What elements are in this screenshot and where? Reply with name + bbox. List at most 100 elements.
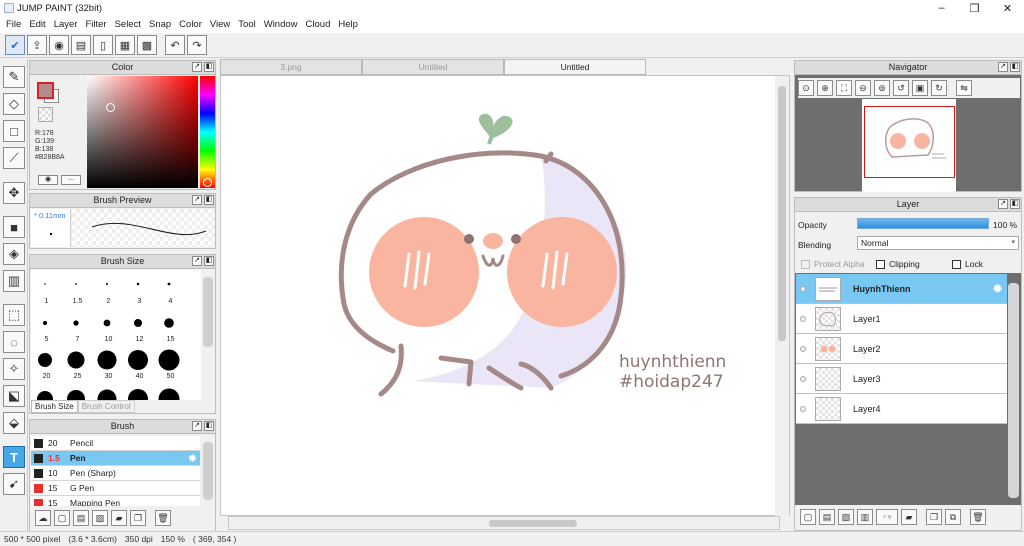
layer-settings-icon[interactable]: ▧	[838, 509, 854, 525]
lock-option[interactable]: Lock	[952, 259, 983, 269]
foreground-color-swatch[interactable]	[37, 82, 54, 99]
menu-layer[interactable]: Layer	[50, 19, 82, 30]
select-eraser-tool-icon[interactable]: ⬙	[3, 412, 25, 434]
lasso-tool-icon[interactable]: ◌	[3, 331, 25, 353]
share-icon[interactable]: ⇪	[27, 35, 47, 55]
menu-snap[interactable]: Snap	[145, 19, 175, 30]
comment-icon[interactable]: ◉	[49, 35, 69, 55]
zoom-in-icon[interactable]: ⊕	[817, 80, 833, 96]
layer-effects-icon[interactable]: ▥	[857, 509, 873, 525]
rect-tool-icon[interactable]: □	[3, 120, 25, 142]
message-icon[interactable]: ▤	[71, 35, 91, 55]
menu-file[interactable]: File	[2, 19, 25, 30]
gradient-tool-icon[interactable]: ▥	[3, 270, 25, 292]
cloud-sync-icon[interactable]: ✔	[5, 35, 25, 55]
panel-pin-icon[interactable]: ◧	[1010, 199, 1020, 209]
fit-window-icon[interactable]: ⛶	[836, 80, 852, 96]
color-more-button[interactable]: ...	[61, 175, 81, 185]
brush-item-pen-sharp[interactable]: 10 Pen (Sharp)	[31, 466, 200, 481]
trash-icon[interactable]: 🗑	[155, 510, 171, 526]
zoom-out-icon[interactable]: ⊖	[855, 80, 871, 96]
gear-icon[interactable]: ✹	[188, 452, 197, 465]
visibility-icon[interactable]	[800, 315, 806, 322]
transparent-color-swatch[interactable]	[38, 107, 53, 122]
menu-tool[interactable]: Tool	[234, 19, 259, 30]
tab-untitled-2[interactable]: Untitled	[504, 59, 646, 75]
protect-alpha-option[interactable]: Protect Alpha	[801, 259, 865, 269]
menu-filter[interactable]: Filter	[81, 19, 110, 30]
visibility-icon[interactable]	[800, 345, 806, 352]
clipping-option[interactable]: Clipping	[876, 259, 920, 269]
duplicate-icon[interactable]: ❐	[130, 510, 146, 526]
layer-item-layer1[interactable]: Layer1	[796, 304, 1007, 334]
tab-3-png[interactable]: 3.png	[220, 59, 362, 75]
color-picker-button[interactable]: ◉	[38, 175, 58, 185]
layer-list-scrollbar[interactable]	[1008, 283, 1019, 498]
lock-checkbox[interactable]	[952, 259, 961, 269]
select-rect-tool-icon[interactable]: ⬚	[3, 304, 25, 326]
flip-icon[interactable]: ⇋	[956, 80, 972, 96]
brush-item-pen[interactable]: 1.5 Pen ✹	[31, 451, 200, 466]
brush-size-scrollbar[interactable]	[203, 277, 213, 347]
magic-wand-tool-icon[interactable]: ✧	[3, 358, 25, 380]
line-tool-icon[interactable]: ⟋	[3, 147, 25, 169]
protect-alpha-checkbox[interactable]	[801, 259, 810, 269]
opacity-slider[interactable]	[857, 218, 989, 229]
bucket-tool-icon[interactable]: ◈	[3, 243, 25, 265]
panel-popout-icon[interactable]: ↗	[192, 62, 202, 72]
brush-settings-icon[interactable]: ▧	[92, 510, 108, 526]
saturation-value-picker[interactable]	[87, 76, 198, 188]
navigator-preview[interactable]	[862, 99, 956, 192]
brush-item-mapping-pen[interactable]: 15 Mapping Pen	[31, 496, 200, 506]
panel-popout-icon[interactable]: ↗	[998, 62, 1008, 72]
maximize-button[interactable]: ❐	[958, 0, 991, 16]
brush-tool-icon[interactable]: ✎	[3, 66, 25, 88]
layer-item-layer2[interactable]: Layer2	[796, 334, 1007, 364]
panel-pin-icon[interactable]: ◧	[1010, 62, 1020, 72]
drawing-canvas[interactable]: huynhthienn #hoidap247	[220, 75, 790, 516]
layer-item-layer4[interactable]: Layer4	[796, 394, 1007, 424]
layer-add-menu-icon[interactable]: +▾	[876, 509, 898, 525]
panel-pin-icon[interactable]: ◧	[204, 62, 214, 72]
menu-help[interactable]: Help	[334, 19, 362, 30]
clipping-checkbox[interactable]	[876, 259, 885, 269]
visibility-icon[interactable]	[800, 375, 806, 382]
reset-view-icon[interactable]: ▣	[912, 80, 928, 96]
tab-brush-size[interactable]: Brush Size	[31, 400, 78, 413]
layer-item-huynhthienn[interactable]: HuynhThienn ✹	[796, 274, 1007, 304]
layer-item-layer3[interactable]: Layer3	[796, 364, 1007, 394]
undo-icon[interactable]: ↶	[165, 35, 185, 55]
duplicate-layer-icon[interactable]: ❐	[926, 509, 942, 525]
tab-untitled-1[interactable]: Untitled	[362, 59, 504, 75]
panel-popout-icon[interactable]: ↗	[192, 256, 202, 266]
rotate-left-icon[interactable]: ↺	[893, 80, 909, 96]
new-brush-icon[interactable]: ▢	[54, 510, 70, 526]
hue-slider[interactable]	[200, 76, 215, 188]
brush-item-g-pen[interactable]: 15 G Pen	[31, 481, 200, 496]
close-button[interactable]: ✕	[991, 0, 1024, 16]
menu-color[interactable]: Color	[175, 19, 206, 30]
navigator-view-rect[interactable]	[864, 106, 955, 178]
gear-icon[interactable]: ✹	[992, 281, 1003, 297]
panel-pin-icon[interactable]: ◧	[204, 421, 214, 431]
layout-icon[interactable]: ▩	[137, 35, 157, 55]
canvas-vertical-scrollbar[interactable]	[775, 76, 789, 516]
eraser-tool-icon[interactable]: ◇	[3, 93, 25, 115]
visibility-icon[interactable]	[800, 285, 806, 292]
picker-cursor[interactable]	[106, 103, 115, 112]
menu-window[interactable]: Window	[260, 19, 302, 30]
folder-icon[interactable]: ▰	[111, 510, 127, 526]
menu-select[interactable]: Select	[111, 19, 145, 30]
trash-icon[interactable]: 🗑	[970, 509, 986, 525]
panel-pin-icon[interactable]: ◧	[204, 256, 214, 266]
menu-edit[interactable]: Edit	[25, 19, 49, 30]
brush-menu-icon[interactable]: ▤	[73, 510, 89, 526]
select-pen-tool-icon[interactable]: ⬕	[3, 385, 25, 407]
brush-list-scrollbar[interactable]	[203, 442, 213, 500]
actual-size-icon[interactable]: ⊚	[874, 80, 890, 96]
canvas-horizontal-scrollbar[interactable]	[228, 516, 780, 530]
fill-rect-tool-icon[interactable]: ■	[3, 216, 25, 238]
rotate-right-icon[interactable]: ↻	[931, 80, 947, 96]
menu-cloud[interactable]: Cloud	[302, 19, 335, 30]
folder-icon[interactable]: ▰	[901, 509, 917, 525]
